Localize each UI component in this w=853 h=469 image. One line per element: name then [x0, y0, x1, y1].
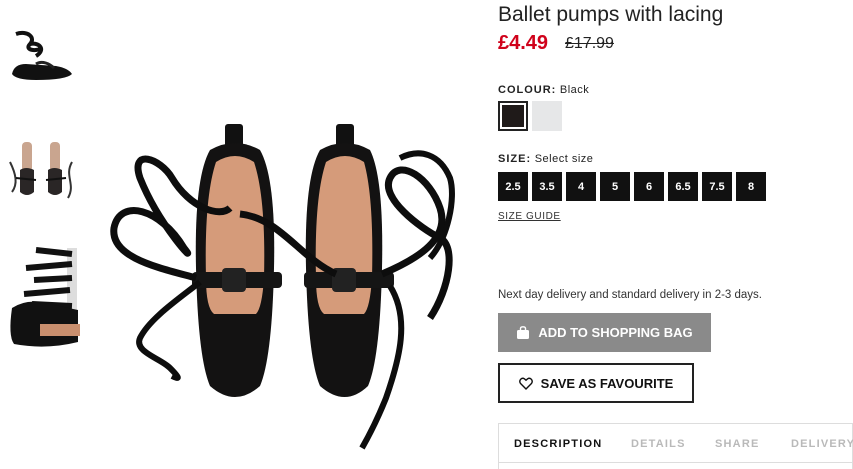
laced-leg-image: [10, 247, 80, 347]
colour-swatch-grey[interactable]: [532, 101, 562, 131]
heart-icon: [518, 377, 533, 390]
product-title: Ballet pumps with lacing: [498, 3, 724, 26]
colour-swatch-black[interactable]: [498, 101, 528, 131]
selected-colour: Black: [559, 84, 590, 96]
shoes-worn-image: [9, 142, 73, 199]
colour-label: COLOUR:: [498, 84, 557, 96]
tab-description[interactable]: DESCRIPTION: [514, 438, 602, 450]
size-option-6[interactable]: 6: [634, 172, 664, 201]
bag-icon: [517, 326, 530, 339]
tabs-divider: [499, 462, 853, 463]
thumbnail-laced-leg-view[interactable]: [6, 244, 80, 356]
shoe-side-image: [12, 31, 72, 80]
main-product-image[interactable]: [100, 118, 470, 458]
product-tabs: DESCRIPTION DETAILS SHARE DELIVERY: [498, 423, 853, 469]
thumbnail-worn-view[interactable]: [6, 140, 80, 210]
size-option-4[interactable]: 4: [566, 172, 596, 201]
size-option-2-5[interactable]: 2.5: [498, 172, 528, 201]
size-option-8[interactable]: 8: [736, 172, 766, 201]
tab-delivery[interactable]: DELIVERY: [791, 438, 853, 450]
thumbnail-strip: [0, 0, 90, 469]
size-guide-link[interactable]: SIZE GUIDE: [498, 211, 561, 222]
size-label: SIZE:: [498, 153, 532, 165]
original-price: £17.99: [565, 35, 614, 52]
colour-label-line: COLOUR: Black: [498, 84, 589, 96]
size-option-7-5[interactable]: 7.5: [702, 172, 732, 201]
save-favourite-label: SAVE AS FAVOURITE: [540, 375, 674, 391]
add-to-bag-label: ADD TO SHOPPING BAG: [538, 325, 693, 340]
size-prompt: Select size: [534, 153, 594, 165]
tab-details[interactable]: DETAILS: [631, 438, 686, 450]
ballet-pumps-image: [110, 124, 455, 450]
size-option-6-5[interactable]: 6.5: [668, 172, 698, 201]
add-to-bag-button[interactable]: ADD TO SHOPPING BAG: [498, 313, 711, 352]
save-favourite-button[interactable]: SAVE AS FAVOURITE: [498, 363, 694, 403]
size-option-5[interactable]: 5: [600, 172, 630, 201]
tab-share[interactable]: SHARE: [715, 438, 760, 450]
thumbnail-side-view[interactable]: [6, 28, 80, 88]
size-option-3-5[interactable]: 3.5: [532, 172, 562, 201]
delivery-info: Next day delivery and standard delivery …: [498, 289, 763, 301]
size-label-line: SIZE: Select size: [498, 153, 593, 165]
sale-price: £4.49: [498, 32, 549, 54]
product-info-panel: Ballet pumps with lacing £4.49 £17.99 CO…: [498, 0, 853, 469]
